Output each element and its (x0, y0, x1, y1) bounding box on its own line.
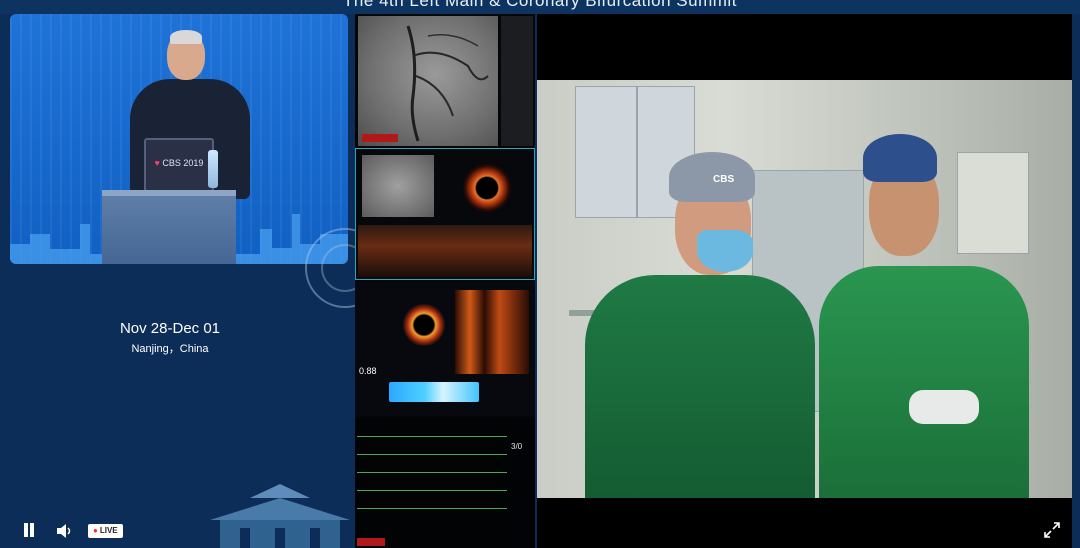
recording-indicator (357, 538, 385, 546)
live-dot-icon: ● (93, 526, 98, 535)
ffr-panel: 0.88 (355, 282, 535, 416)
event-dates: Nov 28-Dec 01 (119, 320, 221, 337)
podium-logo: CBS 2019 (162, 158, 204, 168)
ffr-oct-view (401, 302, 447, 348)
angiogram-panel (358, 16, 498, 146)
angiogram-sidebar (501, 16, 533, 146)
live-badge: ● LIVE (88, 524, 123, 538)
ecg-trace (357, 454, 507, 455)
surgeon-right-cap (863, 134, 937, 182)
surgeon-left (585, 275, 815, 498)
wall-panel (957, 152, 1029, 254)
event-location: Nanjing，China (131, 343, 209, 355)
recording-indicator (362, 134, 398, 142)
cap-logo: CBS (713, 174, 735, 185)
ecg-trace (357, 436, 507, 437)
ffr-value: 0.88 (359, 366, 377, 376)
oct-longitudinal-strip (358, 225, 532, 277)
monitor-readout: 3/0 (511, 442, 523, 451)
oct-angio-view (362, 155, 434, 217)
speaker-video[interactable]: ♥ CBS 2019 (10, 14, 348, 264)
volume-icon[interactable] (56, 523, 74, 539)
surgeon-left-cap (669, 152, 755, 202)
surgeon-right (819, 266, 1029, 498)
water-bottle (208, 150, 218, 188)
hemodynamic-panel: 3/0 (355, 418, 535, 548)
fullscreen-icon[interactable] (1044, 522, 1060, 538)
live-label: LIVE (99, 526, 118, 535)
ecg-trace (357, 490, 507, 491)
heart-icon: ♥ (154, 158, 160, 168)
oct-panel (355, 148, 535, 280)
imaging-column: 0.88 3/0 (355, 14, 535, 548)
cath-lab-scene: CBS (537, 80, 1072, 498)
ecg-trace (357, 508, 507, 509)
top-banner: The 4th Left Main & Coronary Bifurcation… (0, 0, 1080, 14)
podium-laptop: ♥ CBS 2019 (144, 138, 214, 192)
banner-title: The 4th Left Main & Coronary Bifurcation… (343, 0, 737, 10)
ecg-trace (357, 472, 507, 473)
crossed-arms (909, 390, 979, 424)
speaker-hair (170, 30, 202, 44)
player-controls: ● LIVE (0, 516, 360, 548)
vessel-tree (406, 25, 489, 142)
vessel-lumen-profile (389, 382, 479, 402)
pause-icon[interactable] (22, 523, 36, 539)
ffr-longitudinal-view (455, 290, 529, 374)
wall-cabinet (575, 86, 637, 218)
cath-lab-video[interactable]: CBS (537, 14, 1072, 548)
oct-cross-section (462, 163, 512, 213)
podium (102, 190, 236, 264)
surgical-mask (697, 230, 753, 272)
